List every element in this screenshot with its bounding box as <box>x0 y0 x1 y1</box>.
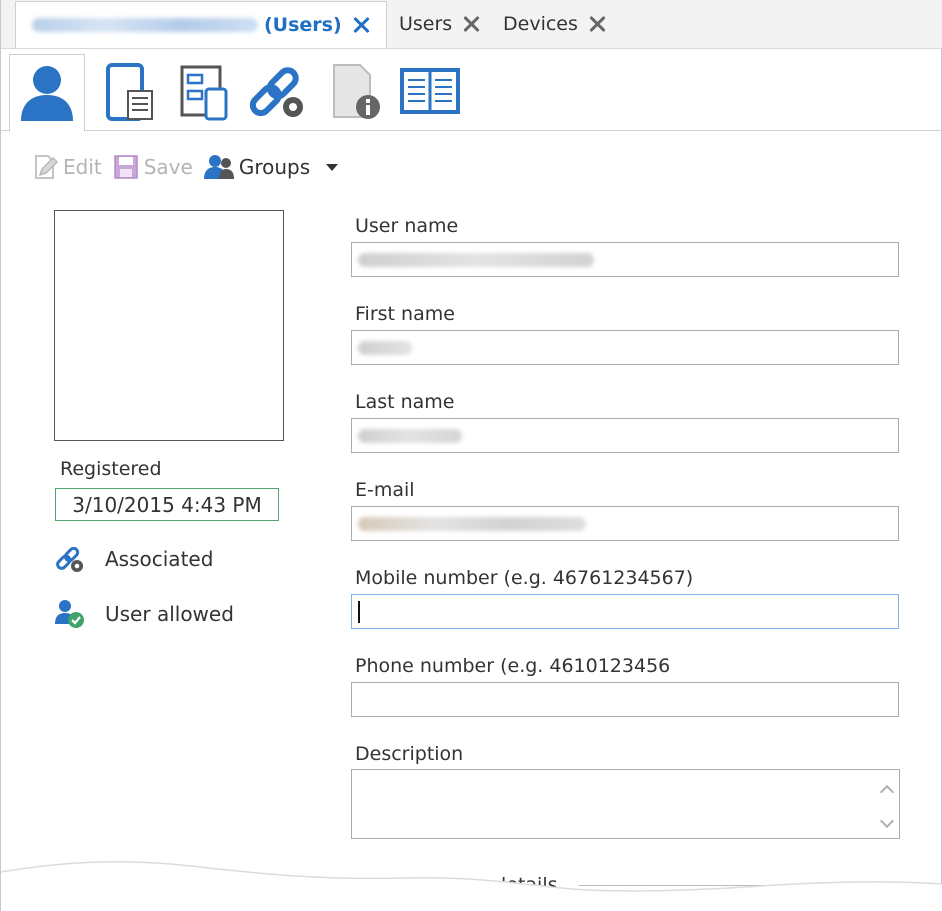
lastname-field[interactable] <box>351 418 899 453</box>
firstname-field[interactable] <box>351 330 899 365</box>
close-tab-icon[interactable] <box>350 14 372 36</box>
devices-icon <box>180 65 228 121</box>
groups-icon <box>203 155 234 179</box>
save-icon <box>113 155 138 179</box>
main-window: (Users) Users Devices Edit Save Groups R… <box>0 0 942 911</box>
mobile-field[interactable] <box>351 594 899 629</box>
groups-dropdown[interactable]: Groups <box>203 153 339 181</box>
tab-device-list[interactable] <box>93 58 163 126</box>
groups-label: Groups <box>238 155 311 179</box>
description-field[interactable] <box>351 769 900 839</box>
edit-button[interactable]: Edit <box>31 153 102 181</box>
email-label: E-mail <box>355 479 415 501</box>
text-cursor <box>358 600 360 623</box>
user-icon <box>21 66 73 121</box>
associated-label: Associated <box>105 547 214 571</box>
tab-users-label: Users <box>399 13 453 35</box>
redacted-value <box>358 340 412 355</box>
torn-edge-decoration <box>1 860 942 911</box>
link-settings-icon <box>249 67 303 117</box>
tab-user-info[interactable] <box>9 54 85 132</box>
user-allowed-label: User allowed <box>105 602 234 626</box>
edit-label: Edit <box>63 155 102 179</box>
tab-book[interactable] <box>395 58 465 126</box>
close-tab-icon[interactable] <box>460 13 482 35</box>
mobile-label: Mobile number (e.g. 46761234567) <box>355 567 694 589</box>
tab-document-info[interactable] <box>319 58 389 126</box>
tab-devices-label: Devices <box>503 13 578 35</box>
tab-devices[interactable]: Devices <box>503 2 608 46</box>
edit-icon <box>35 155 59 179</box>
username-label: User name <box>355 215 459 237</box>
registered-label: Registered <box>60 458 162 480</box>
close-tab-icon[interactable] <box>586 13 608 35</box>
lastname-label: Last name <box>355 391 455 413</box>
phone-label: Phone number (e.g. 4610123456 <box>355 655 671 677</box>
user-check-icon <box>55 600 84 628</box>
toolbar: Edit Save Groups <box>31 150 339 184</box>
username-field[interactable] <box>351 242 899 277</box>
redacted-value <box>358 428 462 443</box>
scroll-down-icon[interactable] <box>879 816 893 830</box>
save-label: Save <box>143 155 193 179</box>
section-icon-tabs <box>1 48 942 132</box>
device-list-icon <box>106 63 153 121</box>
redacted-value <box>358 516 586 531</box>
tab-associations[interactable] <box>243 58 313 126</box>
tab-current-user[interactable]: (Users) <box>15 1 387 48</box>
phone-field[interactable] <box>351 682 899 717</box>
user-allowed-status: User allowed <box>53 598 234 630</box>
associated-status: Associated <box>53 543 213 575</box>
redacted-value <box>358 252 594 267</box>
document-tab-strip: (Users) Users Devices <box>1 0 942 49</box>
tab-suffix: (Users) <box>264 14 342 36</box>
document-info-icon <box>333 64 380 119</box>
description-label: Description <box>355 743 464 765</box>
redacted-username <box>32 18 258 32</box>
tab-devices-group[interactable] <box>169 58 239 126</box>
user-photo[interactable] <box>54 210 284 441</box>
book-icon <box>400 68 460 114</box>
registered-date: 3/10/2015 4:43 PM <box>55 488 279 521</box>
scroll-up-icon[interactable] <box>879 782 893 796</box>
email-field[interactable] <box>351 506 899 541</box>
firstname-label: First name <box>355 303 455 325</box>
chevron-down-icon <box>326 163 339 171</box>
tab-users[interactable]: Users <box>399 2 482 46</box>
link-settings-icon <box>56 546 83 572</box>
save-button[interactable]: Save <box>112 153 193 181</box>
